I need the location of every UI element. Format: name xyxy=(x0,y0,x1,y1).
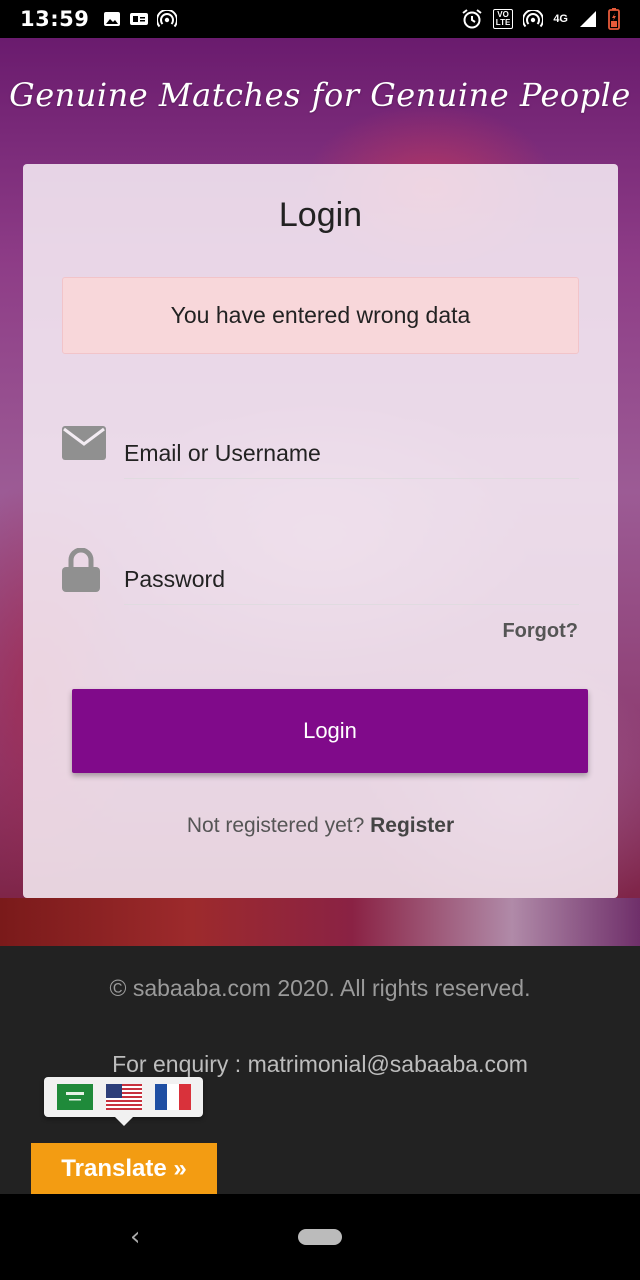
us-flag-icon[interactable] xyxy=(105,1084,142,1110)
password-placeholder: Password xyxy=(124,566,225,592)
password-field[interactable]: Password xyxy=(124,555,579,605)
copyright-text: © sabaaba.com 2020. All rights reserved. xyxy=(109,975,531,1001)
status-notification-icons xyxy=(103,10,178,28)
envelope-icon xyxy=(62,426,106,465)
hero-background: Genuine Matches for Genuine People Login… xyxy=(0,38,640,946)
hotspot-icon xyxy=(523,10,544,28)
alarm-icon xyxy=(461,8,483,30)
network-type: 4G xyxy=(553,13,568,25)
status-bar: 13:59 VO LTE 4G xyxy=(0,0,640,38)
status-system-icons: VO LTE 4G xyxy=(461,8,620,30)
tagline: Genuine Matches for Genuine People xyxy=(9,76,631,114)
page-title: Login xyxy=(278,196,363,234)
translate-button[interactable]: Translate » xyxy=(31,1143,217,1194)
register-prompt: Not registered yet? Register xyxy=(23,814,618,838)
login-button[interactable]: Login xyxy=(72,689,588,773)
lte-icon: VO LTE xyxy=(492,9,514,29)
system-nav-bar: ‹ xyxy=(0,1194,640,1280)
email-placeholder: Email or Username xyxy=(124,440,321,466)
signal-icon xyxy=(578,9,598,29)
login-button-label: Login xyxy=(303,718,357,743)
hero-bottom-strip xyxy=(0,898,640,946)
france-flag-icon[interactable] xyxy=(154,1084,191,1110)
status-time: 13:59 xyxy=(20,7,90,31)
lock-icon xyxy=(62,547,100,597)
error-alert: You have entered wrong data xyxy=(62,277,579,354)
language-flags-popup xyxy=(44,1077,203,1126)
not-registered-text: Not registered yet? xyxy=(186,814,365,837)
enquiry-text: For enquiry : matrimonial@sabaaba.com xyxy=(112,1051,528,1077)
email-field[interactable]: Email or Username xyxy=(124,429,579,479)
back-icon[interactable]: ‹ xyxy=(130,1222,140,1252)
home-pill-icon[interactable] xyxy=(298,1229,342,1245)
forgot-password-link[interactable]: Forgot? xyxy=(502,620,578,643)
hotspot-icon xyxy=(157,10,178,28)
image-icon xyxy=(103,11,121,27)
error-message: You have entered wrong data xyxy=(170,302,471,328)
battery-icon xyxy=(608,8,620,30)
card-icon xyxy=(129,11,149,27)
translate-label: Translate » xyxy=(61,1154,187,1182)
register-link[interactable]: Register xyxy=(370,814,454,837)
login-card: Login You have entered wrong data Email … xyxy=(23,164,618,898)
saudi-flag-icon[interactable] xyxy=(56,1084,93,1110)
